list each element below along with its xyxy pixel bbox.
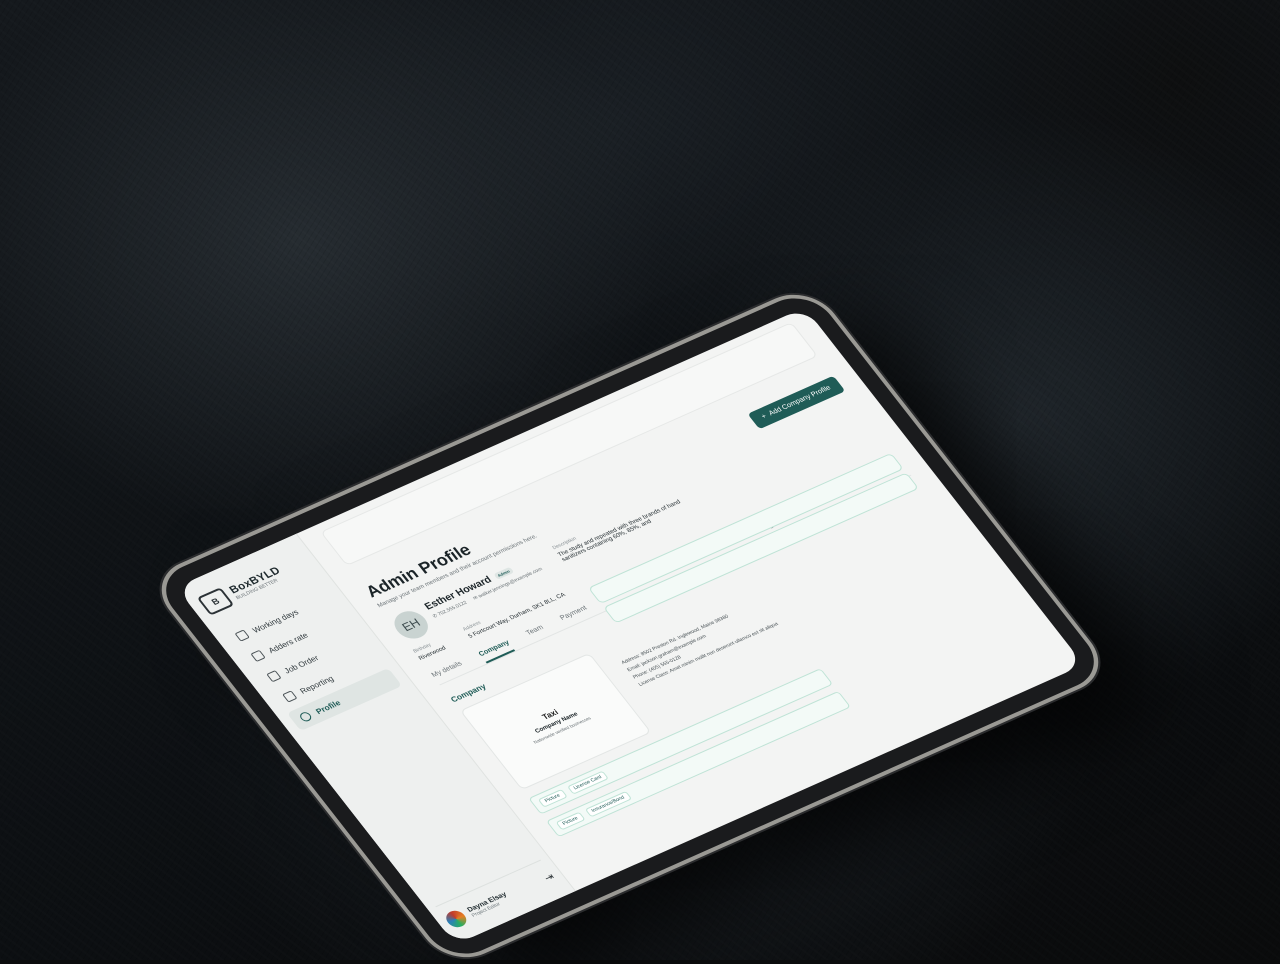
document-name: License Card — [566, 770, 610, 795]
tab-company[interactable]: Company — [477, 639, 516, 664]
tab-payment[interactable]: Payment — [559, 605, 593, 628]
sidebar-item-label: Profile — [313, 698, 343, 716]
calendar-icon — [234, 629, 250, 642]
profile-avatar: EH — [387, 606, 435, 644]
brand-logo-icon: B — [196, 587, 235, 616]
sidebar-item-label: Reporting — [297, 673, 336, 696]
tab-my-details[interactable]: My details — [430, 660, 468, 684]
add-company-profile-label: Add Company Profile — [767, 384, 833, 418]
plus-icon: + — [760, 413, 769, 421]
report-icon — [282, 690, 298, 703]
avatar — [442, 908, 471, 930]
document-tag: Picture — [555, 811, 586, 831]
document-name: Insurance/Bond — [584, 791, 632, 818]
user-icon — [297, 710, 314, 723]
current-user[interactable]: Dayna Elsay Project Editor ⇥ — [435, 859, 559, 930]
birthday-field: Birthday Riverwood — [412, 638, 447, 662]
tab-team[interactable]: Team — [525, 624, 550, 642]
briefcase-icon — [266, 670, 282, 683]
logout-icon[interactable]: ⇥ — [542, 871, 557, 883]
sidebar-item-label: Job Order — [282, 653, 321, 675]
user-name: Dayna Elsay — [465, 890, 508, 914]
document-tag: Picture — [537, 789, 568, 808]
rate-icon — [250, 649, 266, 662]
